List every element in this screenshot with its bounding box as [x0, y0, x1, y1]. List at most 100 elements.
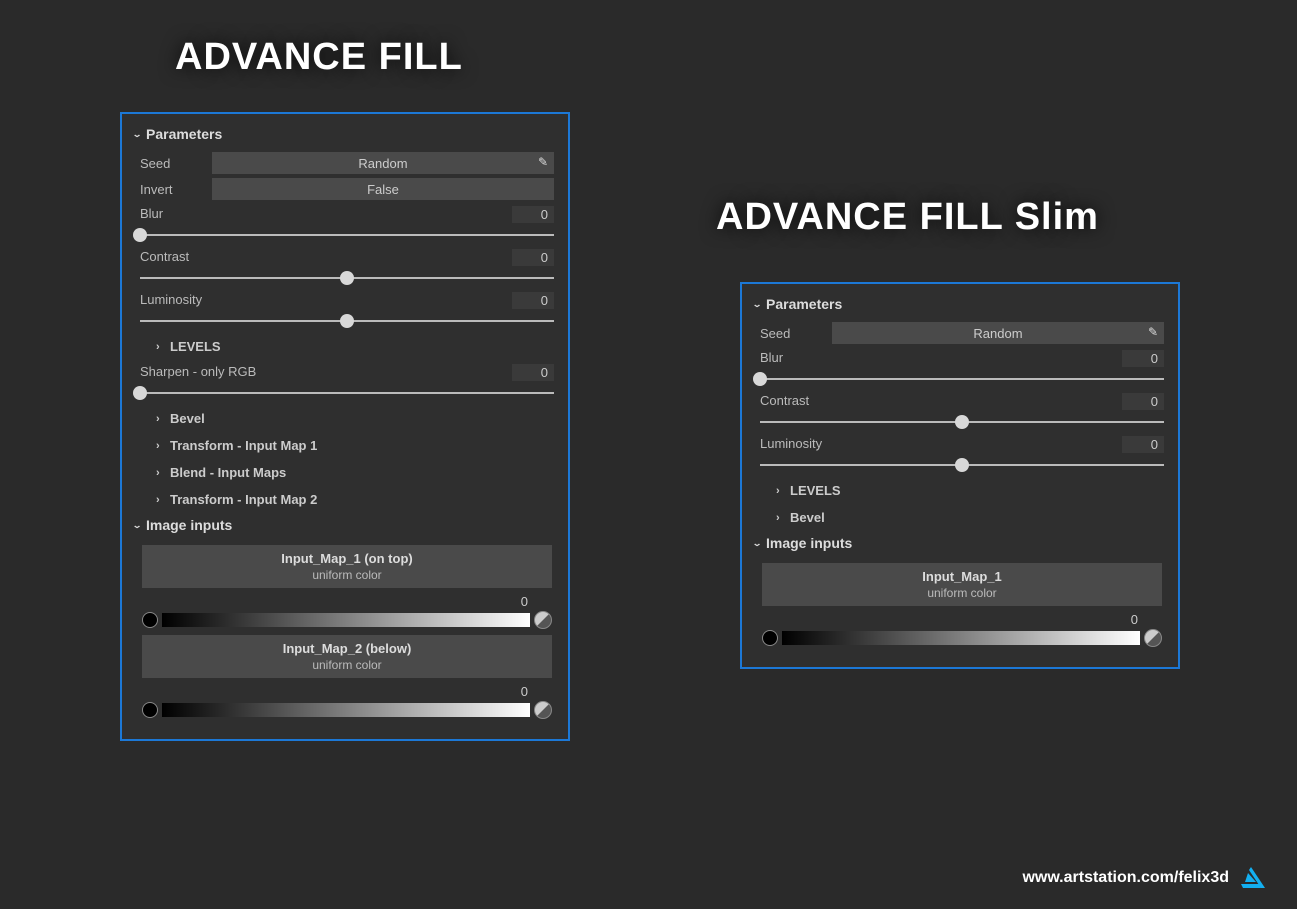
pencil-icon[interactable]: ✎	[538, 155, 548, 169]
levels-label: LEVELS	[170, 339, 221, 354]
chevron-right-icon: ›	[156, 341, 170, 353]
panel-advance-fill-slim: ⌄ Parameters Seed Random ✎ Blur 0 Contra…	[740, 282, 1180, 669]
contrast-value[interactable]: 0	[512, 249, 554, 266]
luminosity-value[interactable]: 0	[1122, 436, 1164, 453]
parameters-label: Parameters	[146, 126, 222, 142]
artstation-logo-icon	[1239, 865, 1267, 891]
chevron-down-icon: ⌄	[752, 538, 766, 548]
luminosity-slider[interactable]: Luminosity 0	[760, 436, 1164, 473]
gradient-bar[interactable]	[162, 703, 530, 717]
chevron-right-icon: ›	[156, 440, 170, 452]
input-map-1-value: 0	[1131, 612, 1138, 627]
blur-label: Blur	[760, 350, 783, 367]
chevron-down-icon: ⌄	[132, 520, 146, 530]
bevel-group[interactable]: › Bevel	[760, 502, 1164, 529]
blend-label: Blend - Input Maps	[170, 465, 286, 480]
color-picker-icon[interactable]	[1144, 629, 1162, 647]
levels-group[interactable]: › LEVELS	[760, 475, 1164, 502]
image-inputs-header[interactable]: ⌄ Image inputs	[122, 513, 568, 537]
transform1-label: Transform - Input Map 1	[170, 438, 317, 453]
invert-label: Invert	[140, 182, 212, 197]
slider-thumb[interactable]	[753, 372, 767, 386]
luminosity-value[interactable]: 0	[512, 292, 554, 309]
title-advance-fill: ADVANCE FILL	[175, 36, 463, 79]
seed-label: Seed	[760, 326, 832, 341]
gradient-start-icon[interactable]	[142, 612, 158, 628]
color-picker-icon[interactable]	[534, 701, 552, 719]
input-map-2-value: 0	[521, 684, 528, 699]
parameters-label: Parameters	[766, 296, 842, 312]
input-map-1-card[interactable]: Input_Map_1 (on top) uniform color	[142, 545, 552, 588]
bevel-group[interactable]: › Bevel	[140, 403, 554, 430]
image-inputs-label: Image inputs	[766, 535, 852, 551]
input-map-1-value: 0	[521, 594, 528, 609]
seed-value: Random	[973, 326, 1022, 341]
contrast-slider[interactable]: Contrast 0	[140, 249, 554, 286]
contrast-value[interactable]: 0	[1122, 393, 1164, 410]
input-map-2-gradient[interactable]: 0	[142, 684, 552, 719]
levels-group[interactable]: › LEVELS	[140, 331, 554, 358]
panel-advance-fill: ⌄ Parameters Seed Random ✎ Invert False …	[120, 112, 570, 741]
luminosity-slider[interactable]: Luminosity 0	[140, 292, 554, 329]
chevron-right-icon: ›	[156, 467, 170, 479]
blend-group[interactable]: › Blend - Input Maps	[140, 457, 554, 484]
image-inputs-label: Image inputs	[146, 517, 232, 533]
input-map-2-name: Input_Map_2 (below)	[142, 641, 552, 656]
parameters-header[interactable]: ⌄ Parameters	[742, 292, 1178, 316]
chevron-right-icon: ›	[156, 494, 170, 506]
bevel-label: Bevel	[790, 510, 825, 525]
sharpen-label: Sharpen - only RGB	[140, 364, 256, 381]
pencil-icon[interactable]: ✎	[1148, 325, 1158, 339]
slider-thumb[interactable]	[340, 314, 354, 328]
contrast-label: Contrast	[140, 249, 189, 266]
parameters-header[interactable]: ⌄ Parameters	[122, 122, 568, 146]
slider-thumb[interactable]	[340, 271, 354, 285]
color-picker-icon[interactable]	[534, 611, 552, 629]
blur-slider[interactable]: Blur 0	[140, 206, 554, 243]
invert-field[interactable]: False	[212, 178, 554, 200]
title-advance-fill-slim: ADVANCE FILL Slim	[716, 196, 1099, 239]
input-map-1-name: Input_Map_1 (on top)	[142, 551, 552, 566]
input-map-1-sub: uniform color	[142, 568, 552, 582]
image-inputs-header[interactable]: ⌄ Image inputs	[742, 531, 1178, 555]
seed-value: Random	[358, 156, 407, 171]
slider-thumb[interactable]	[133, 386, 147, 400]
sharpen-value[interactable]: 0	[512, 364, 554, 381]
gradient-bar[interactable]	[782, 631, 1140, 645]
input-map-2-sub: uniform color	[142, 658, 552, 672]
chevron-down-icon: ⌄	[752, 299, 766, 309]
blur-slider[interactable]: Blur 0	[760, 350, 1164, 387]
transform1-group[interactable]: › Transform - Input Map 1	[140, 430, 554, 457]
levels-label: LEVELS	[790, 483, 841, 498]
chevron-right-icon: ›	[776, 485, 790, 497]
blur-value[interactable]: 0	[512, 206, 554, 223]
seed-label: Seed	[140, 156, 212, 171]
seed-field[interactable]: Random ✎	[832, 322, 1164, 344]
slider-thumb[interactable]	[133, 228, 147, 242]
slider-thumb[interactable]	[955, 415, 969, 429]
input-map-1-gradient[interactable]: 0	[142, 594, 552, 629]
invert-value: False	[367, 182, 399, 197]
watermark: www.artstation.com/felix3d	[1022, 865, 1267, 891]
transform2-group[interactable]: › Transform - Input Map 2	[140, 484, 554, 511]
blur-value[interactable]: 0	[1122, 350, 1164, 367]
contrast-label: Contrast	[760, 393, 809, 410]
input-map-1-gradient[interactable]: 0	[762, 612, 1162, 647]
input-map-1-name: Input_Map_1	[762, 569, 1162, 584]
gradient-start-icon[interactable]	[142, 702, 158, 718]
transform2-label: Transform - Input Map 2	[170, 492, 317, 507]
blur-label: Blur	[140, 206, 163, 223]
luminosity-label: Luminosity	[140, 292, 202, 309]
seed-field[interactable]: Random ✎	[212, 152, 554, 174]
slider-thumb[interactable]	[955, 458, 969, 472]
contrast-slider[interactable]: Contrast 0	[760, 393, 1164, 430]
luminosity-label: Luminosity	[760, 436, 822, 453]
gradient-bar[interactable]	[162, 613, 530, 627]
bevel-label: Bevel	[170, 411, 205, 426]
chevron-down-icon: ⌄	[132, 129, 146, 139]
input-map-2-card[interactable]: Input_Map_2 (below) uniform color	[142, 635, 552, 678]
sharpen-slider[interactable]: Sharpen - only RGB 0	[140, 364, 554, 401]
gradient-start-icon[interactable]	[762, 630, 778, 646]
chevron-right-icon: ›	[776, 512, 790, 524]
input-map-1-card[interactable]: Input_Map_1 uniform color	[762, 563, 1162, 606]
